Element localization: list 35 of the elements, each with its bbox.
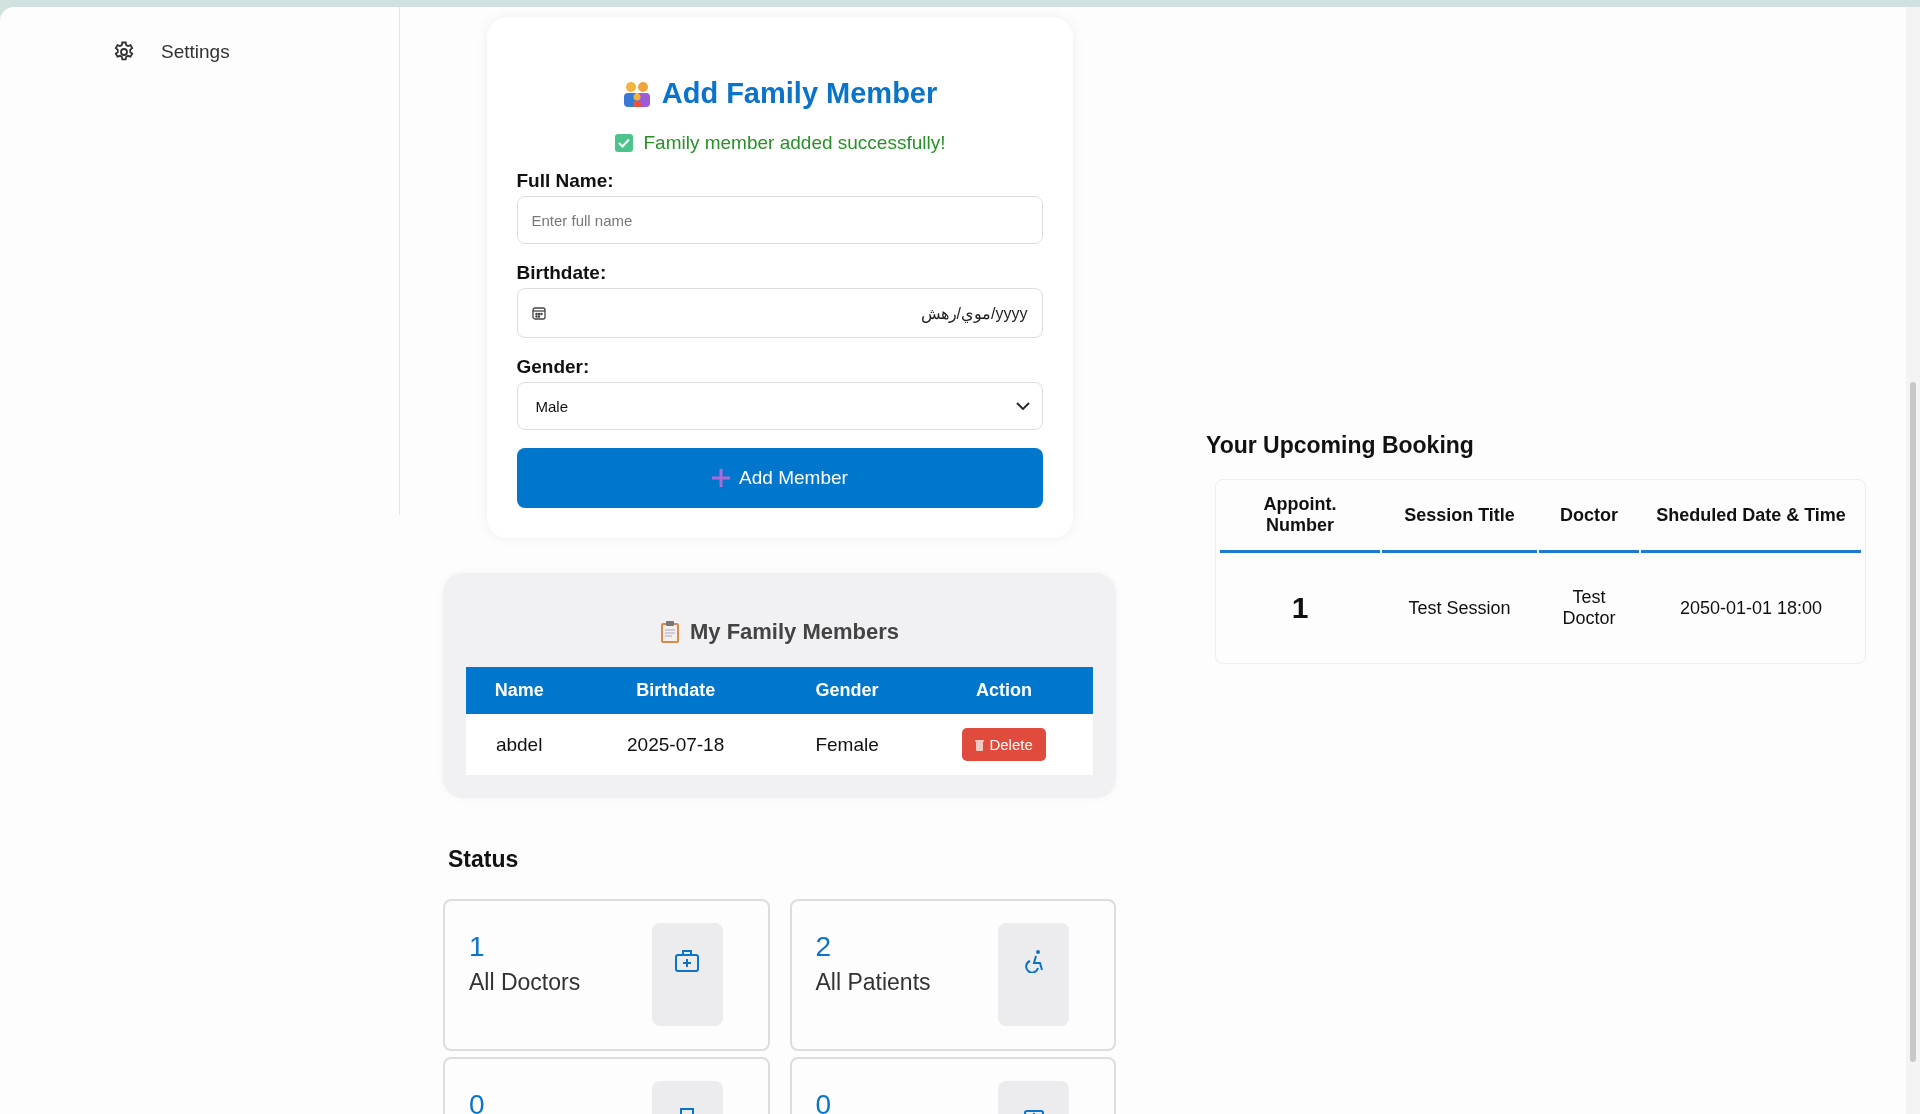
delete-button[interactable]: Delete [962,728,1046,761]
section-title: My Family Members [689,619,900,645]
stat-label: All Patients [815,969,931,996]
date-field[interactable]: موي/رهش/yyyy [516,288,1043,338]
column-header: Name [466,667,573,714]
add-member-button[interactable]: Add Member [516,448,1043,508]
stat-value: 0 [469,1089,485,1114]
gender-select[interactable]: Male [516,382,1043,430]
column-header: Birthdate [572,667,779,714]
field-label: Birthdate: [516,262,608,284]
stat-label: All Doctors [469,969,581,996]
table-cell: Female [779,714,916,775]
column-header: Session Title [1382,480,1537,553]
sidebar-item[interactable]: Settings [112,40,399,64]
success-message: Family member added successfully! [643,132,946,154]
field-label: Gender: [516,356,591,378]
section-title: Status [448,846,520,873]
column-header: Gender [779,667,916,714]
column-header: Sheduled Date & Time [1641,480,1861,553]
form-title: Add Family Member [661,77,938,110]
column-header: Appoint. Number [1220,480,1380,553]
table-cell-text: Test Doctor [1561,586,1617,630]
input-field[interactable]: Enter full name [516,196,1043,244]
table-cell-text: 2050-01-01 18:00 [1678,596,1824,620]
stat-value: 0 [815,1089,832,1114]
stat-value: 1 [469,931,486,963]
column-header: Action [915,667,1093,714]
field-label: Full Name: [516,170,615,192]
table-cell-text: 1 [1290,590,1310,626]
column-header: Doctor [1539,480,1639,553]
table-cell: abdel [466,714,573,775]
table-cell: 2025-07-18 [572,714,779,775]
stat-value: 2 [815,931,833,963]
section-title: Your Upcoming Booking [1206,432,1475,459]
table-cell-text: Test Session [1407,596,1512,620]
